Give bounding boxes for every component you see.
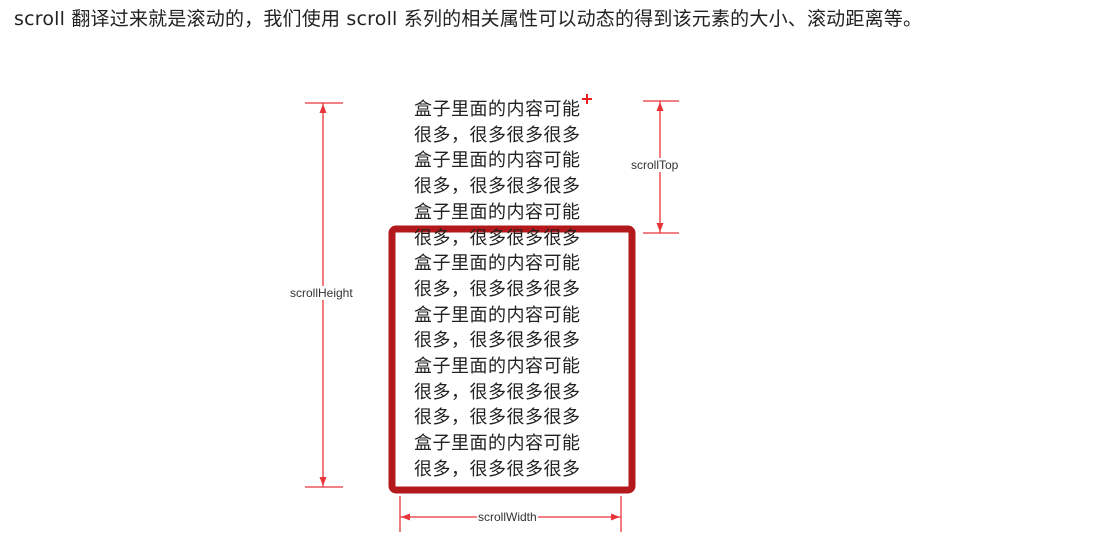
plus-marker-icon <box>582 94 592 104</box>
content-line: 很多，很多很多很多 <box>414 458 581 480</box>
content-line: 很多，很多很多很多 <box>414 176 581 198</box>
scroll-top-label: scrollTop <box>631 158 679 172</box>
content-line: 盒子里面的内容可能 <box>414 150 581 172</box>
content-line: 很多，很多很多很多 <box>414 124 581 146</box>
box-content-text: 盒子里面的内容可能 很多，很多很多很多 盒子里面的内容可能 很多，很多很多很多 … <box>414 97 581 483</box>
content-line: 盒子里面的内容可能 <box>414 201 581 223</box>
content-line: 盒子里面的内容可能 <box>414 356 581 378</box>
content-line: 很多，很多很多很多 <box>414 278 581 300</box>
content-line: 盒子里面的内容可能 <box>414 99 581 120</box>
content-line: 盒子里面的内容可能 <box>414 304 581 326</box>
scroll-width-label: scrollWidth <box>477 510 538 524</box>
content-line: 很多，很多很多很多 <box>414 330 581 352</box>
content-line: 盒子里面的内容可能 <box>414 433 581 455</box>
content-line: 很多，很多很多很多 <box>414 381 581 403</box>
content-line: 很多，很多很多很多 <box>414 227 581 249</box>
scroll-height-label: scrollHeight <box>290 286 353 300</box>
content-line: 很多，很多很多很多 <box>414 407 581 429</box>
content-line: 盒子里面的内容可能 <box>414 253 581 275</box>
